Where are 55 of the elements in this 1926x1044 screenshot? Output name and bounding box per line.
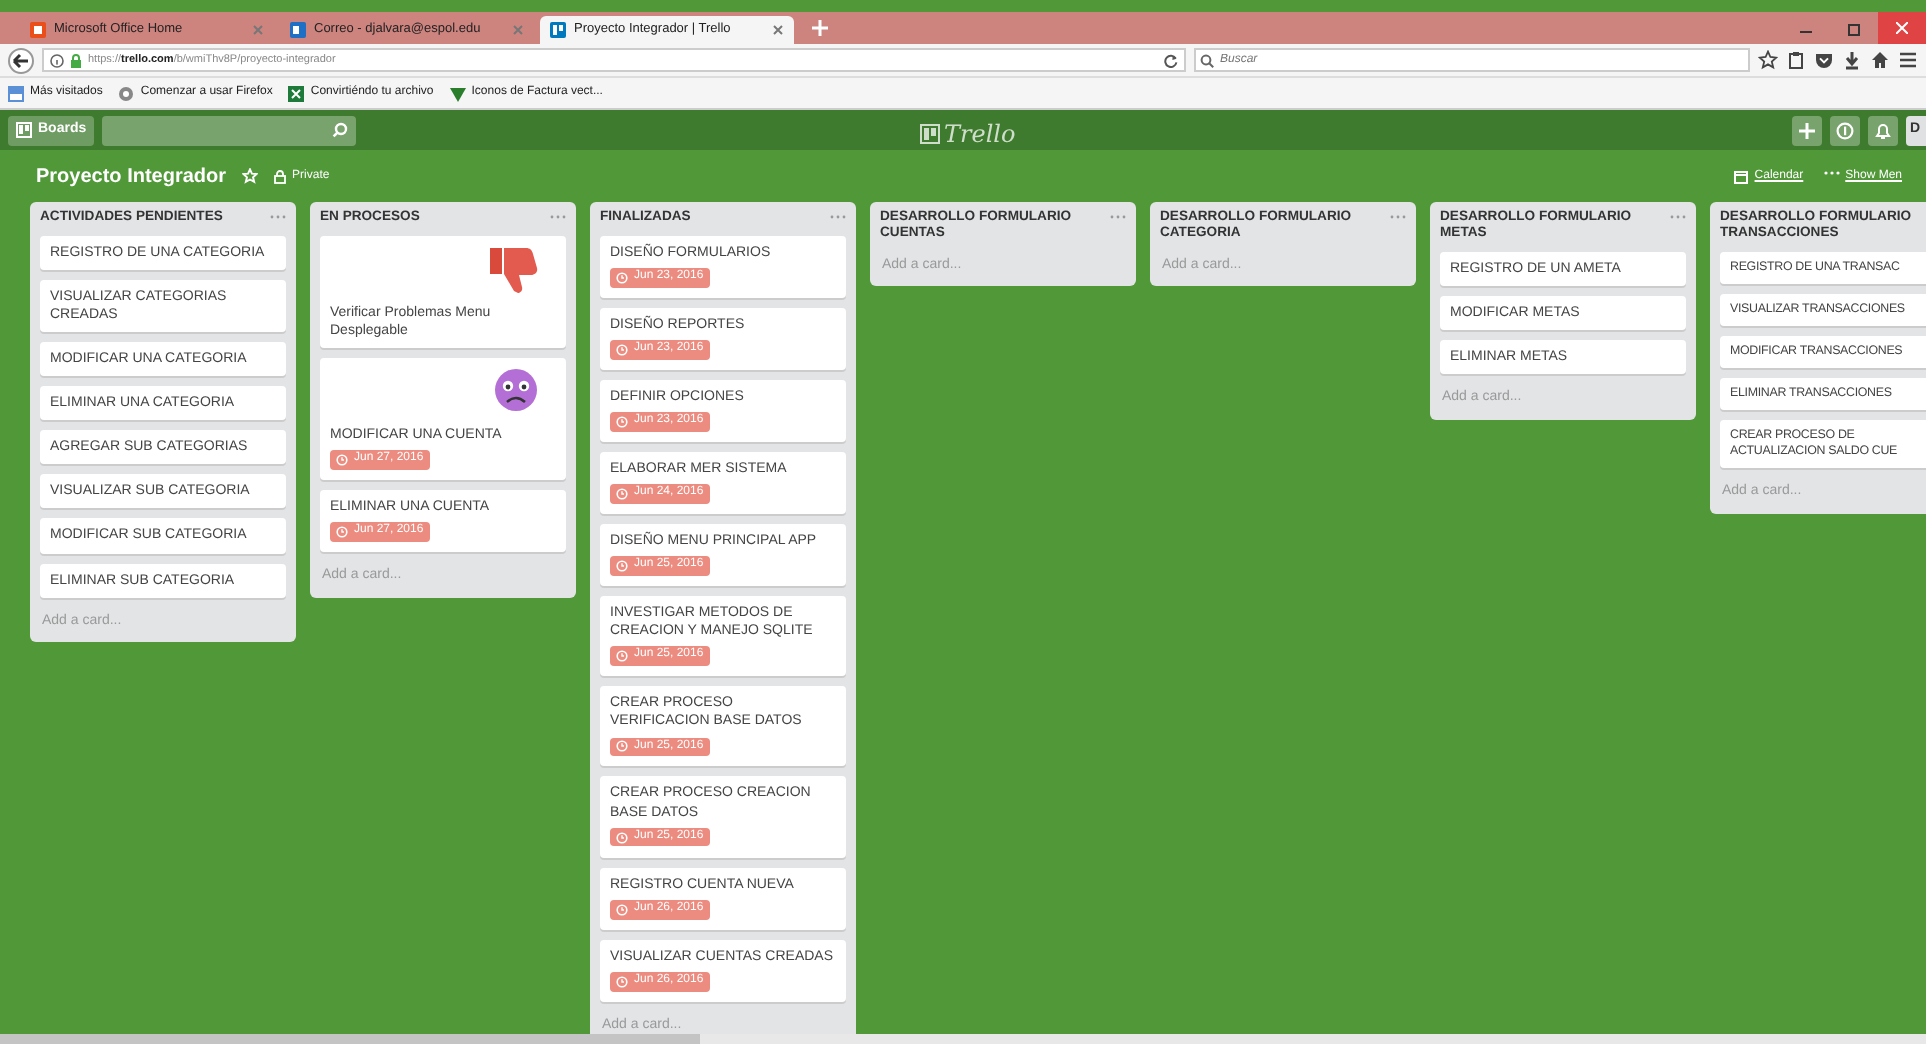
pocket-icon[interactable] — [1814, 50, 1834, 70]
clock-icon — [616, 740, 628, 753]
notifications-button[interactable] — [1868, 115, 1898, 145]
clock-icon — [336, 453, 348, 466]
clock-icon — [616, 560, 628, 573]
list-menu-icon[interactable] — [1110, 213, 1126, 220]
board-icon — [16, 122, 32, 138]
back-icon[interactable] — [8, 47, 34, 73]
new-tab-icon[interactable] — [812, 20, 828, 37]
maximize-icon — [1847, 21, 1861, 35]
calendar-icon — [1734, 169, 1749, 183]
spreadsheet-icon — [288, 85, 305, 101]
plus-icon — [1798, 121, 1816, 139]
tab-favicon — [290, 22, 306, 38]
board-title[interactable]: Proyecto Integrador — [36, 161, 227, 191]
info-icon[interactable] — [50, 53, 64, 67]
trello-logo[interactable]: Trello — [920, 116, 1016, 152]
bell-icon — [1874, 121, 1892, 139]
board-search-field[interactable] — [102, 115, 357, 145]
clock-icon — [616, 343, 628, 356]
search-icon — [332, 122, 349, 138]
list-menu-icon[interactable] — [550, 213, 566, 220]
lock-icon — [274, 169, 287, 183]
scrollbar-thumb[interactable] — [0, 1034, 700, 1044]
close-icon — [1896, 22, 1908, 34]
list-menu-icon[interactable] — [830, 213, 846, 220]
info-icon — [1836, 121, 1854, 139]
info-button[interactable] — [1830, 115, 1860, 145]
lock-icon — [70, 53, 82, 67]
list-menu-icon[interactable] — [1670, 213, 1686, 220]
clock-icon — [336, 526, 348, 538]
worried-face-sticker — [490, 363, 542, 416]
menu-icon[interactable] — [1898, 50, 1918, 70]
clock-icon — [616, 271, 628, 284]
clock-icon — [616, 650, 628, 663]
list-menu-icon[interactable] — [1390, 213, 1406, 220]
star-icon[interactable] — [1758, 50, 1778, 70]
close-icon[interactable] — [772, 24, 784, 36]
clock-icon — [616, 975, 628, 988]
clock-icon — [616, 415, 628, 428]
clock-icon — [616, 487, 628, 500]
tab-favicon — [30, 22, 46, 38]
clock-icon — [616, 831, 628, 844]
triangle-icon — [449, 85, 466, 101]
home-icon[interactable] — [1870, 50, 1890, 70]
clipboard-icon[interactable] — [1786, 50, 1806, 70]
clock-icon — [616, 903, 628, 916]
download-icon[interactable] — [1842, 50, 1862, 70]
add-button[interactable] — [1792, 115, 1822, 145]
list-menu-icon[interactable] — [270, 213, 286, 220]
board-icon — [920, 124, 940, 144]
reload-icon[interactable] — [1164, 53, 1178, 67]
more-icon — [1823, 170, 1840, 177]
tab-favicon — [550, 22, 566, 38]
close-button[interactable] — [1878, 12, 1926, 44]
